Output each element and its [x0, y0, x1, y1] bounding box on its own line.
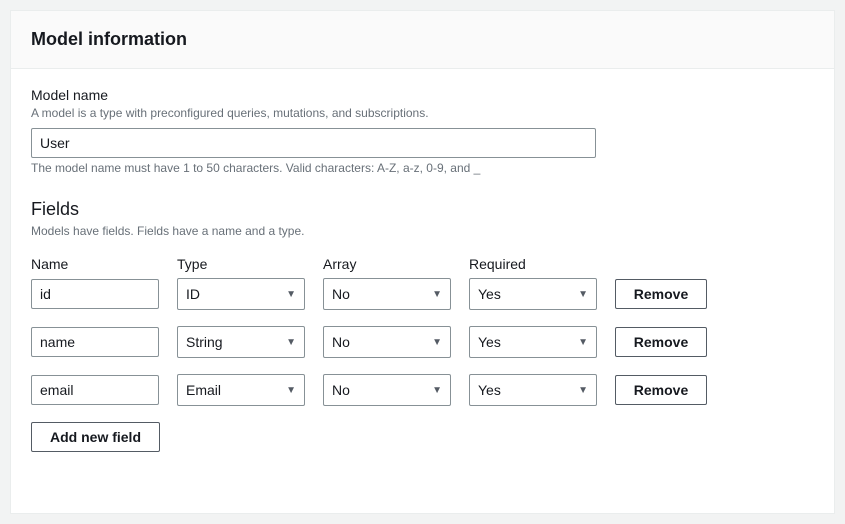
- field-required-select[interactable]: Yes ▼: [469, 326, 597, 358]
- field-type-select[interactable]: String ▼: [177, 326, 305, 358]
- column-header-type: Type: [177, 256, 305, 272]
- column-header-name: Name: [31, 256, 159, 272]
- field-array-select[interactable]: No ▼: [323, 326, 451, 358]
- field-array-value: No: [332, 334, 350, 350]
- remove-button[interactable]: Remove: [615, 375, 707, 405]
- field-name-input[interactable]: [31, 375, 159, 405]
- field-type-select[interactable]: Email ▼: [177, 374, 305, 406]
- field-required-select[interactable]: Yes ▼: [469, 374, 597, 406]
- caret-down-icon: ▼: [432, 289, 442, 300]
- caret-down-icon: ▼: [432, 337, 442, 348]
- fields-rows: ID ▼ No ▼ Yes ▼ Remove String ▼: [31, 278, 814, 406]
- model-name-input[interactable]: [31, 128, 596, 158]
- fields-section-title: Fields: [31, 199, 814, 220]
- field-type-value: ID: [186, 286, 200, 302]
- add-new-field-button[interactable]: Add new field: [31, 422, 160, 452]
- remove-button[interactable]: Remove: [615, 279, 707, 309]
- caret-down-icon: ▼: [286, 289, 296, 300]
- field-type-value: Email: [186, 382, 221, 398]
- field-required-value: Yes: [478, 382, 501, 398]
- column-header-array: Array: [323, 256, 451, 272]
- caret-down-icon: ▼: [286, 385, 296, 396]
- panel-body: Model name A model is a type with precon…: [11, 69, 834, 470]
- field-name-input[interactable]: [31, 327, 159, 357]
- fields-columns-header: Name Type Array Required: [31, 256, 814, 272]
- model-name-description: A model is a type with preconfigured que…: [31, 106, 814, 120]
- caret-down-icon: ▼: [578, 289, 588, 300]
- field-array-select[interactable]: No ▼: [323, 278, 451, 310]
- field-array-value: No: [332, 286, 350, 302]
- field-type-select[interactable]: ID ▼: [177, 278, 305, 310]
- caret-down-icon: ▼: [432, 385, 442, 396]
- remove-button[interactable]: Remove: [615, 327, 707, 357]
- panel-header: Model information: [11, 11, 834, 69]
- model-name-group: Model name A model is a type with precon…: [31, 87, 814, 175]
- column-header-required: Required: [469, 256, 597, 272]
- caret-down-icon: ▼: [578, 337, 588, 348]
- model-name-label: Model name: [31, 87, 814, 103]
- field-required-select[interactable]: Yes ▼: [469, 278, 597, 310]
- field-array-select[interactable]: No ▼: [323, 374, 451, 406]
- field-row: Email ▼ No ▼ Yes ▼ Remove: [31, 374, 814, 406]
- panel-title: Model information: [31, 29, 814, 50]
- caret-down-icon: ▼: [286, 337, 296, 348]
- field-row: String ▼ No ▼ Yes ▼ Remove: [31, 326, 814, 358]
- column-header-action: [615, 256, 707, 272]
- fields-section-description: Models have fields. Fields have a name a…: [31, 224, 814, 238]
- field-row: ID ▼ No ▼ Yes ▼ Remove: [31, 278, 814, 310]
- model-information-panel: Model information Model name A model is …: [10, 10, 835, 514]
- field-array-value: No: [332, 382, 350, 398]
- caret-down-icon: ▼: [578, 385, 588, 396]
- field-required-value: Yes: [478, 334, 501, 350]
- field-required-value: Yes: [478, 286, 501, 302]
- field-type-value: String: [186, 334, 223, 350]
- field-name-input[interactable]: [31, 279, 159, 309]
- model-name-constraint: The model name must have 1 to 50 charact…: [31, 161, 814, 175]
